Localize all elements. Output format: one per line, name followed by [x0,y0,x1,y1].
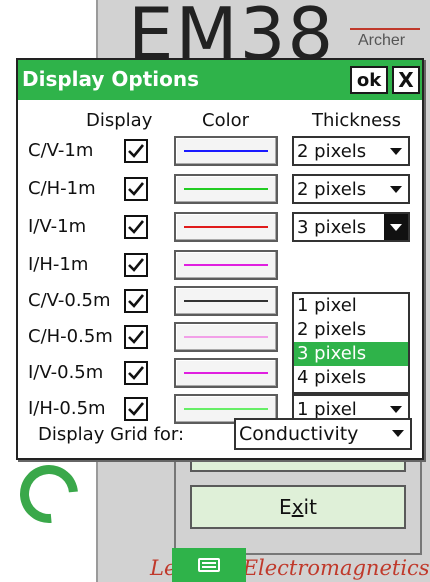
header-color: Color [202,110,249,131]
display-options-dialog: Display Options ok X Display Color Thick… [16,58,424,460]
chevron-down-icon [386,420,410,446]
color-button[interactable] [174,250,278,280]
exit-label-x: x [291,495,304,519]
dialog-titlebar: Display Options ok X [18,60,422,100]
keyboard-icon [198,558,220,572]
exit-label-e: E [279,495,292,519]
ok-button[interactable]: ok [350,66,388,94]
checkmark-icon [128,294,145,308]
color-swatch-line [184,300,268,302]
exit-button[interactable]: Ex it [190,485,406,529]
dropdown-option[interactable]: 4 pixels [294,366,408,390]
color-button[interactable] [174,212,278,242]
checkmark-icon [128,330,145,344]
color-swatch-line [184,150,268,152]
thickness-value: 2 pixels [297,141,367,162]
chevron-down-icon [384,176,408,202]
color-swatch-line [184,372,268,374]
row-label: I/V-1m [28,216,87,237]
color-swatch-line [184,264,268,266]
thickness-select[interactable]: 2 pixels [292,174,410,204]
row-label: I/H-0.5m [28,398,106,419]
color-swatch-line [184,408,268,410]
header-display: Display [86,110,153,131]
thickness-value: 1 pixel [297,399,357,420]
close-button[interactable]: X [392,66,420,94]
display-checkbox[interactable] [124,397,148,421]
chevron-down-icon [384,138,408,164]
row-label: I/H-1m [28,254,89,275]
color-swatch-line [184,336,268,338]
dropdown-option[interactable]: 2 pixels [294,318,408,342]
thickness-value: 2 pixels [297,179,367,200]
row-label: C/H-0.5m [28,326,113,347]
dialog-title: Display Options [22,67,200,91]
keyboard-toggle[interactable] [172,548,246,582]
display-checkbox[interactable] [124,289,148,313]
checkmark-icon [128,220,145,234]
row-label: I/V-0.5m [28,362,104,383]
exit-label-rest: it [303,495,317,519]
dropdown-option-selected[interactable]: 3 pixels [294,342,408,366]
chevron-down-icon [384,214,408,240]
display-checkbox[interactable] [124,177,148,201]
checkmark-icon [128,402,145,416]
checkmark-icon [128,258,145,272]
display-checkbox[interactable] [124,139,148,163]
color-swatch-line [184,226,268,228]
grid-select[interactable]: Conductivity [234,418,412,450]
thickness-select[interactable]: 2 pixels [292,136,410,166]
color-button[interactable] [174,322,278,352]
color-swatch-line [184,188,268,190]
thickness-value: 3 pixels [297,217,367,238]
display-checkbox[interactable] [124,253,148,277]
color-button[interactable] [174,358,278,388]
grid-select-value: Conductivity [239,423,359,445]
color-button[interactable] [174,136,278,166]
checkmark-icon [128,366,145,380]
brand-underline [350,28,420,30]
row-label: C/V-0.5m [28,290,111,311]
checkmark-icon [128,144,145,158]
grid-label: Display Grid for: [38,424,185,445]
display-checkbox[interactable] [124,325,148,349]
thickness-dropdown-list[interactable]: 1 pixel 2 pixels 3 pixels 4 pixels [292,292,410,394]
row-label: C/V-1m [28,140,94,161]
display-checkbox[interactable] [124,361,148,385]
dropdown-option[interactable]: 1 pixel [294,294,408,318]
checkmark-icon [128,182,145,196]
header-thickness: Thickness [312,110,401,131]
row-label: C/H-1m [28,178,96,199]
brand-name: Archer [358,32,406,49]
thickness-select[interactable]: 3 pixels [292,212,410,242]
display-checkbox[interactable] [124,215,148,239]
color-button[interactable] [174,174,278,204]
color-button[interactable] [174,286,278,316]
